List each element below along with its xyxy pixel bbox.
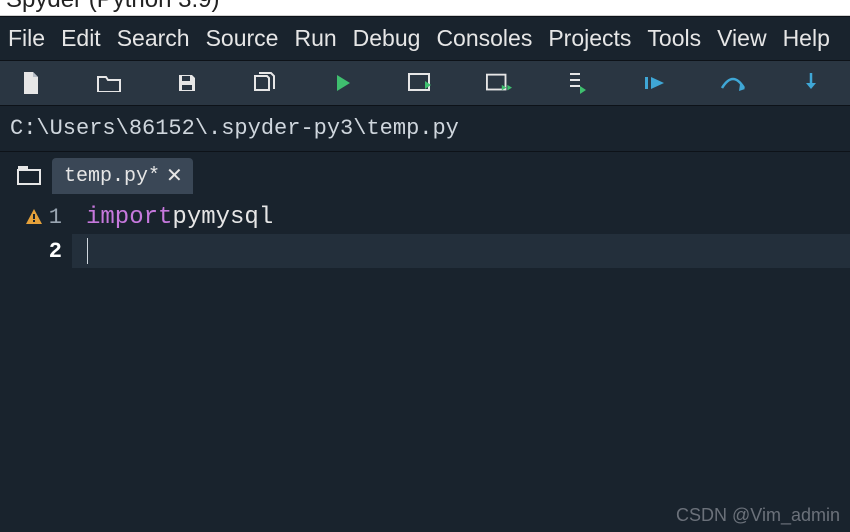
file-path: C:\Users\86152\.spyder-py3\temp.py [10, 116, 459, 141]
code-token: pymysql [172, 204, 273, 231]
file-tab-temp[interactable]: temp.py* ✕ [52, 158, 193, 194]
run-cell-icon[interactable] [408, 70, 434, 96]
menu-edit[interactable]: Edit [55, 21, 107, 56]
file-tab-label: temp.py* [64, 165, 160, 188]
run-cell-advance-icon[interactable] [486, 70, 512, 96]
tabstrip: temp.py* ✕ [0, 152, 850, 194]
gutter-row: 2 [0, 234, 72, 268]
menu-consoles[interactable]: Consoles [430, 21, 538, 56]
browse-tabs-icon[interactable] [14, 160, 44, 190]
debug-step-icon[interactable] [720, 70, 746, 96]
code-line[interactable] [72, 234, 850, 268]
save-icon[interactable] [174, 70, 200, 96]
debug-icon[interactable] [642, 70, 668, 96]
save-all-icon[interactable] [252, 70, 278, 96]
code-token-keyword: import [86, 204, 172, 231]
gutter: 1 2 [0, 194, 72, 532]
line-number: 1 [49, 205, 62, 230]
debug-step-into-icon[interactable] [798, 70, 824, 96]
line-number: 2 [49, 239, 62, 264]
warning-icon[interactable] [25, 208, 43, 226]
menu-help[interactable]: Help [777, 21, 836, 56]
code-area[interactable]: import pymysql [72, 194, 850, 532]
window-title: Spyder (Python 3.9) [6, 0, 219, 5]
code-line[interactable]: import pymysql [72, 200, 850, 234]
editor[interactable]: 1 2 import pymysql CSDN @Vim_admin [0, 194, 850, 532]
menu-projects[interactable]: Projects [542, 21, 637, 56]
pathbar: C:\Users\86152\.spyder-py3\temp.py [0, 106, 850, 152]
menu-search[interactable]: Search [111, 21, 196, 56]
text-cursor [87, 238, 88, 264]
toolbar [0, 60, 850, 106]
watermark: CSDN @Vim_admin [676, 505, 840, 526]
open-folder-icon[interactable] [96, 70, 122, 96]
menu-file[interactable]: File [2, 21, 51, 56]
menu-debug[interactable]: Debug [347, 21, 427, 56]
menubar: File Edit Search Source Run Debug Consol… [0, 16, 850, 60]
run-icon[interactable] [330, 70, 356, 96]
run-selection-icon[interactable] [564, 70, 590, 96]
close-icon[interactable]: ✕ [166, 166, 183, 186]
gutter-row: 1 [0, 200, 72, 234]
menu-source[interactable]: Source [200, 21, 285, 56]
new-file-icon[interactable] [18, 70, 44, 96]
window-titlebar: Spyder (Python 3.9) [0, 0, 850, 16]
menu-tools[interactable]: Tools [641, 21, 707, 56]
menu-run[interactable]: Run [288, 21, 342, 56]
menu-view[interactable]: View [711, 21, 772, 56]
